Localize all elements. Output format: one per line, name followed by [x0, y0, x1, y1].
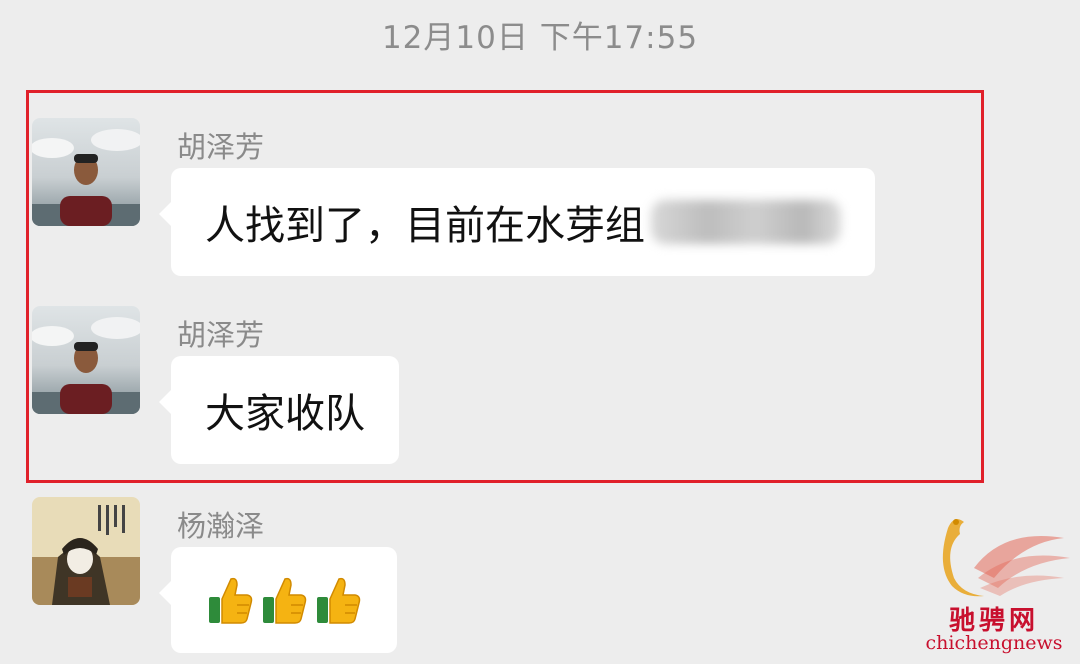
avatar[interactable] [32, 306, 140, 414]
avatar[interactable] [32, 118, 140, 226]
watermark-subtitle: chichengnews [925, 632, 1063, 654]
thumbs-up-icon [317, 577, 361, 624]
avatar-illustration-icon [32, 497, 140, 605]
sender-name: 杨瀚泽 [177, 509, 265, 543]
sender-name: 胡泽芳 [177, 130, 265, 164]
thumbs-up-icon [209, 577, 253, 624]
message-text: 大家收队 [205, 391, 365, 437]
watermark: 驰骋网 chichengnews [914, 508, 1074, 658]
sender-name: 胡泽芳 [177, 318, 265, 352]
thumbs-up-icon [263, 577, 307, 624]
highlight-box [26, 90, 984, 483]
redacted-text [651, 200, 841, 244]
message-text: 人找到了，目前在水芽组 [205, 203, 645, 249]
avatar-photo-icon [32, 118, 140, 226]
message-bubble[interactable]: 人找到了，目前在水芽组 [159, 168, 875, 276]
avatar-photo-icon [32, 306, 140, 414]
message-timestamp: 12月10日 下午17:55 [381, 20, 699, 56]
message-bubble[interactable] [159, 547, 397, 653]
phoenix-logo-icon [942, 519, 1070, 597]
avatar[interactable] [32, 497, 140, 605]
message-bubble[interactable]: 大家收队 [159, 356, 399, 464]
